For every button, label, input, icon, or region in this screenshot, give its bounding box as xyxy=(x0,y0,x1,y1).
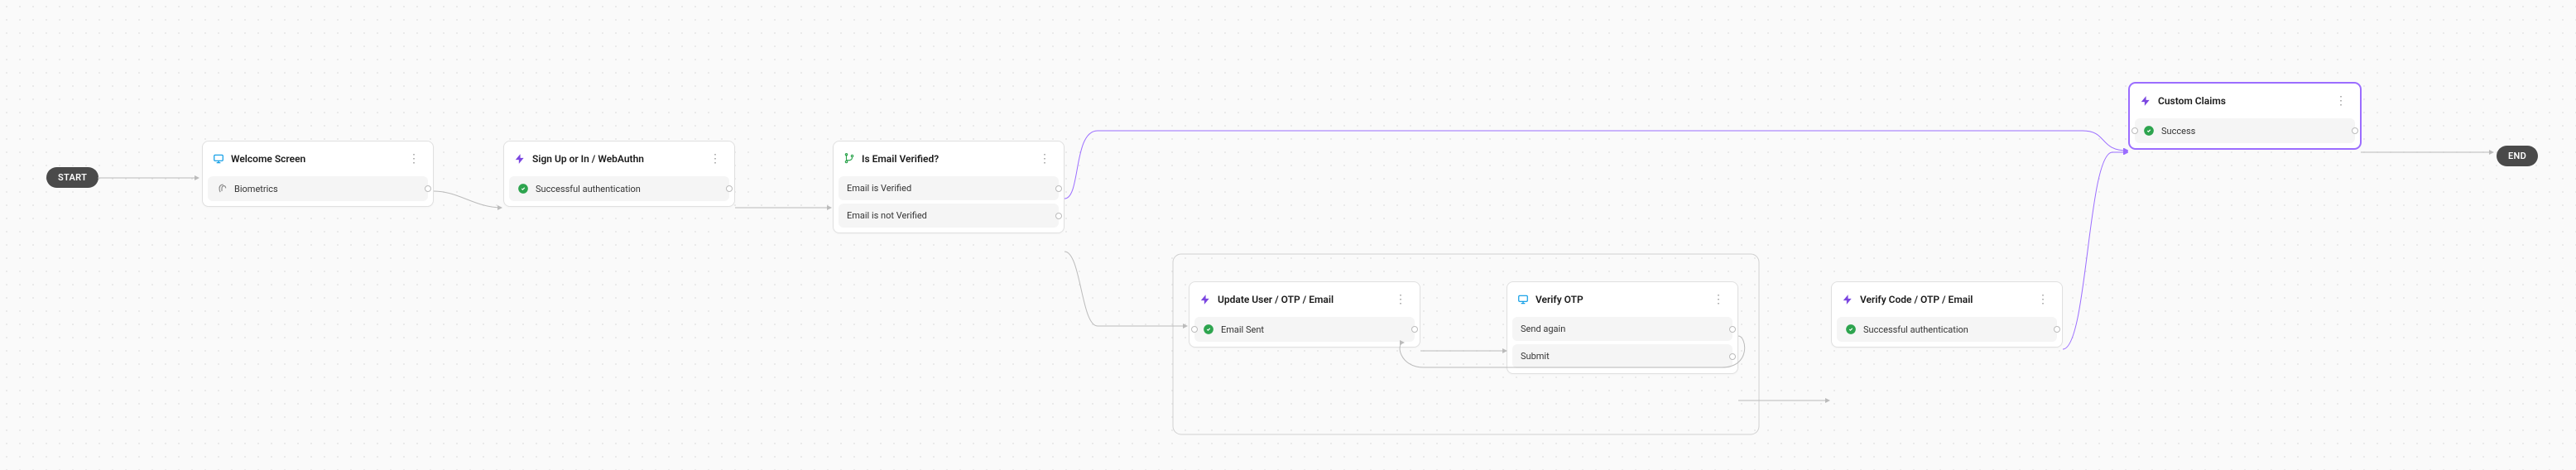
fingerprint-icon xyxy=(216,183,228,194)
success-icon xyxy=(1203,324,1214,335)
kebab-menu-icon[interactable]: ⋮ xyxy=(1709,294,1728,305)
start-label: START xyxy=(58,172,87,183)
node-title: Sign Up or In / WebAuthn xyxy=(532,153,699,165)
end-label: END xyxy=(2508,151,2526,161)
output-port[interactable] xyxy=(1055,185,1062,192)
outcome-label: Send again xyxy=(1521,324,1565,334)
node-title: Welcome Screen xyxy=(231,153,398,165)
edge-notverified-updateuser xyxy=(1065,243,1194,343)
outcome-email-sent[interactable]: Email Sent xyxy=(1194,317,1415,342)
outcome-send-again[interactable]: Send again xyxy=(1512,317,1733,341)
node-custom-claims[interactable]: Custom Claims ⋮ Success xyxy=(2129,83,2361,149)
node-title: Update User / OTP / Email xyxy=(1218,294,1385,305)
bolt-icon xyxy=(1842,294,1853,305)
node-title: Is Email Verified? xyxy=(862,153,1029,165)
outcome-label: Email Sent xyxy=(1221,324,1264,335)
edge-customclaims-end xyxy=(2361,147,2500,164)
node-verify-code[interactable]: Verify Code / OTP / Email ⋮ Successful a… xyxy=(1831,281,2063,348)
success-icon xyxy=(2143,125,2155,137)
kebab-menu-icon[interactable]: ⋮ xyxy=(1391,294,1410,305)
kebab-menu-icon[interactable]: ⋮ xyxy=(2034,294,2052,305)
node-title: Custom Claims xyxy=(2158,95,2325,107)
outcome-success[interactable]: Success xyxy=(2135,118,2355,143)
start-pill: START xyxy=(46,167,99,188)
bolt-icon xyxy=(2140,95,2151,107)
output-port[interactable] xyxy=(425,185,431,192)
screen-icon xyxy=(1517,294,1529,305)
outcome-email-verified[interactable]: Email is Verified xyxy=(839,176,1059,200)
output-port[interactable] xyxy=(1729,326,1736,333)
edge-verified-customclaims xyxy=(1065,124,2134,215)
outcome-label: Biometrics xyxy=(234,184,278,194)
outcome-label: Submit xyxy=(1521,351,1550,362)
outcome-label: Email is not Verified xyxy=(847,210,927,221)
success-icon xyxy=(1845,324,1857,335)
output-port[interactable] xyxy=(2054,326,2060,333)
edge-signup-emailverified xyxy=(735,204,834,220)
node-verify-otp[interactable]: Verify OTP ⋮ Send again Submit xyxy=(1507,281,1738,374)
success-icon xyxy=(517,183,529,194)
node-title: Verify Code / OTP / Email xyxy=(1860,294,2027,305)
output-port[interactable] xyxy=(726,185,733,192)
node-title: Verify OTP xyxy=(1536,294,1703,305)
bolt-icon xyxy=(514,153,526,165)
input-port[interactable] xyxy=(2131,127,2138,134)
end-pill: END xyxy=(2497,146,2538,166)
output-port[interactable] xyxy=(1729,353,1736,360)
outcome-biometrics[interactable]: Biometrics xyxy=(208,176,428,201)
output-port[interactable] xyxy=(1411,326,1418,333)
outcome-successful-auth[interactable]: Successful authentication xyxy=(1837,317,2057,342)
edge-welcome-signup xyxy=(434,187,508,204)
outcome-successful-auth[interactable]: Successful authentication xyxy=(509,176,729,201)
node-update-user-otp[interactable]: Update User / OTP / Email ⋮ Email Sent xyxy=(1189,281,1420,348)
outcome-label: Success xyxy=(2161,126,2195,137)
node-welcome-screen[interactable]: Welcome Screen ⋮ Biometrics xyxy=(202,141,434,207)
edge-start-welcome xyxy=(98,174,205,190)
bolt-icon xyxy=(1199,294,1211,305)
outcome-label: Successful authentication xyxy=(536,184,641,194)
node-signup-webauthn[interactable]: Sign Up or In / WebAuthn ⋮ Successful au… xyxy=(503,141,735,207)
edge-submit-verifycode xyxy=(1738,394,1836,410)
outcome-email-not-verified[interactable]: Email is not Verified xyxy=(839,204,1059,228)
output-port[interactable] xyxy=(1055,213,1062,219)
outcome-label: Successful authentication xyxy=(1863,324,1968,335)
kebab-menu-icon[interactable]: ⋮ xyxy=(405,153,423,165)
screen-icon xyxy=(213,153,224,165)
node-email-verified[interactable]: Is Email Verified? ⋮ Email is Verified E… xyxy=(833,141,1065,233)
edge-verifycode-customclaims xyxy=(2063,146,2134,361)
kebab-menu-icon[interactable]: ⋮ xyxy=(1036,153,1054,165)
input-port[interactable] xyxy=(1191,326,1198,333)
kebab-menu-icon[interactable]: ⋮ xyxy=(706,153,724,165)
outcome-label: Email is Verified xyxy=(847,183,911,194)
edge-emailsent-verifyotp xyxy=(1420,326,1511,367)
kebab-menu-icon[interactable]: ⋮ xyxy=(2332,95,2350,107)
branch-icon xyxy=(843,153,855,165)
output-port[interactable] xyxy=(2352,127,2358,134)
outcome-submit[interactable]: Submit xyxy=(1512,344,1733,368)
